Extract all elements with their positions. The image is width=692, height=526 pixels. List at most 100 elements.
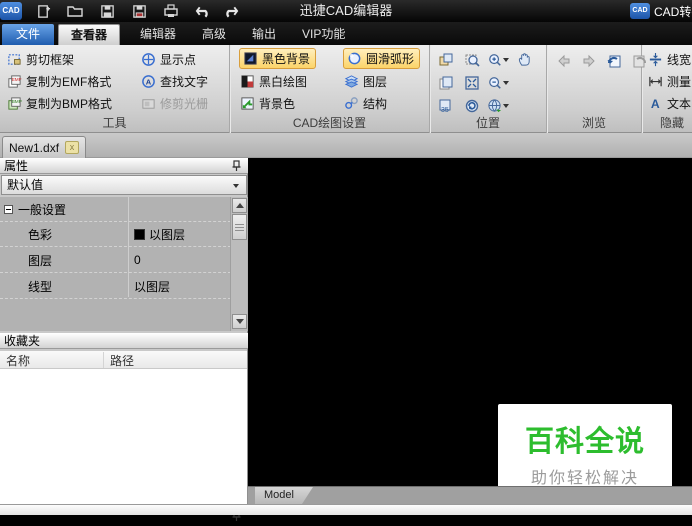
scroll-down-button[interactable] bbox=[232, 314, 247, 329]
named-views-dropdown[interactable] bbox=[503, 104, 509, 108]
column-divider bbox=[103, 352, 104, 368]
background-color-icon bbox=[239, 95, 255, 111]
linewidth-toggle[interactable]: 线宽 bbox=[647, 48, 691, 70]
previous-view-button[interactable] bbox=[603, 50, 625, 71]
zoom-scale-button[interactable]: 35 bbox=[435, 95, 457, 116]
ribbon-group-tools: 剪切框架 EMF 复制为EMF格式 BMP 复制为BMP格式 显示点 A 查找文… bbox=[0, 45, 230, 133]
layout-tab-strip: Model bbox=[248, 486, 692, 504]
zoom-in-dropdown[interactable] bbox=[503, 58, 509, 62]
zoom-out-dropdown[interactable] bbox=[503, 81, 509, 85]
preset-selector-value: 默认值 bbox=[7, 178, 43, 192]
model-tab[interactable]: Model bbox=[255, 487, 313, 504]
print-button[interactable] bbox=[158, 1, 184, 21]
ribbon-group-cad-draw-settings: 黑色背景 黑白绘图 背景色 圆滑弧形 图层 结构 bbox=[230, 45, 430, 133]
down-arrow-icon bbox=[236, 319, 244, 324]
tab-editor[interactable]: 编辑器 bbox=[128, 24, 188, 45]
property-row[interactable]: 图层 0 bbox=[0, 248, 231, 273]
scrollbar-thumb[interactable] bbox=[232, 214, 247, 240]
drawing-canvas[interactable]: 百科全说 助你轻松解决 bbox=[248, 158, 692, 486]
column-header-path[interactable]: 路径 bbox=[110, 352, 134, 369]
property-group-label: 一般设置 bbox=[18, 201, 66, 218]
zoom-in-button[interactable] bbox=[487, 49, 509, 70]
regen-view-button[interactable] bbox=[461, 95, 483, 116]
paste-view-button[interactable] bbox=[435, 49, 457, 70]
color-swatch bbox=[134, 229, 145, 240]
redo-button[interactable] bbox=[218, 1, 244, 21]
undo-arrow-icon bbox=[195, 3, 211, 19]
background-color-button[interactable]: 背景色 bbox=[239, 92, 316, 114]
open-file-button[interactable] bbox=[62, 1, 88, 21]
column-header-name[interactable]: 名称 bbox=[6, 352, 30, 369]
group-label-cad-draw-settings: CAD绘图设置 bbox=[230, 114, 429, 131]
property-name: 色彩 bbox=[0, 226, 130, 243]
collapse-icon[interactable] bbox=[4, 205, 13, 214]
emf-copy-icon: EMF bbox=[6, 73, 22, 89]
black-background-toggle[interactable]: 黑色背景 bbox=[239, 48, 316, 69]
property-row[interactable]: 线型 以图层 bbox=[0, 274, 231, 299]
pin-icon[interactable] bbox=[231, 160, 242, 172]
cut-frame-button[interactable]: 剪切框架 bbox=[6, 48, 112, 70]
trim-raster-button: 修剪光栅 bbox=[140, 92, 208, 114]
svg-text:35: 35 bbox=[441, 107, 449, 114]
line-width-icon bbox=[647, 51, 663, 67]
save-as-pdf-button[interactable] bbox=[126, 1, 152, 21]
property-row[interactable]: 色彩 以图层 bbox=[0, 222, 231, 247]
copy-emf-button[interactable]: EMF 复制为EMF格式 bbox=[6, 70, 112, 92]
layers-button[interactable]: 图层 bbox=[343, 70, 420, 92]
tab-vip[interactable]: VIP功能 bbox=[290, 24, 357, 45]
zoom-out-button[interactable] bbox=[487, 72, 509, 93]
property-name: 图层 bbox=[0, 252, 130, 269]
copy-bmp-button[interactable]: BMP 复制为BMP格式 bbox=[6, 92, 112, 114]
show-points-button[interactable]: 显示点 bbox=[140, 48, 208, 70]
document-tab-label: New1.dxf bbox=[9, 141, 59, 155]
watermark-subtitle: 助你轻松解决 bbox=[498, 464, 672, 488]
title-bar: 迅捷CAD编辑器 CAD CAD CAD转换 bbox=[0, 0, 692, 22]
property-name: 线型 bbox=[0, 278, 130, 295]
watermark: 百科全说 助你轻松解决 bbox=[498, 404, 672, 488]
properties-panel-header: 属性 bbox=[0, 158, 248, 174]
target-point-icon bbox=[140, 51, 156, 67]
document-tab[interactable]: New1.dxf x bbox=[2, 136, 86, 158]
group-label-browse: 浏览 bbox=[547, 114, 641, 131]
favorites-column-headers: 名称 路径 bbox=[0, 351, 247, 369]
ribbon-group-position: 35 位置 bbox=[430, 45, 547, 133]
ribbon-group-browse: 浏览 bbox=[547, 45, 642, 133]
zoom-window-button[interactable] bbox=[461, 49, 483, 70]
named-views-button[interactable] bbox=[487, 95, 509, 116]
cad-converter-icon: CAD bbox=[630, 3, 650, 19]
printer-icon bbox=[163, 3, 179, 19]
pan-button[interactable] bbox=[513, 49, 535, 70]
tab-advanced[interactable]: 高级 bbox=[190, 24, 238, 45]
scrollbar[interactable] bbox=[230, 197, 247, 331]
undo-button[interactable] bbox=[190, 1, 216, 21]
left-panel: 属性 默认值 一般设置 色彩 以图层 图层 0 线型 以图层 bbox=[0, 158, 248, 504]
status-bar bbox=[0, 504, 692, 515]
svg-text:EMF: EMF bbox=[11, 77, 21, 82]
black-background-icon bbox=[242, 51, 258, 67]
layers-icon bbox=[343, 73, 359, 89]
ribbon: 剪切框架 EMF 复制为EMF格式 BMP 复制为BMP格式 显示点 A 查找文… bbox=[0, 45, 692, 133]
tab-viewer[interactable]: 查看器 bbox=[58, 24, 120, 45]
zoom-extents-button[interactable] bbox=[461, 72, 483, 93]
text-toggle[interactable]: A 文本 bbox=[647, 92, 691, 114]
cad-converter-label: CAD转换 bbox=[654, 3, 692, 20]
back-button bbox=[553, 50, 575, 71]
favorites-panel-title: 收藏夹 bbox=[4, 334, 40, 348]
favorites-list[interactable] bbox=[0, 369, 247, 504]
preset-selector[interactable]: 默认值 bbox=[1, 175, 247, 195]
cad-converter-button[interactable]: CAD CAD转换 bbox=[630, 2, 692, 20]
tab-output[interactable]: 输出 bbox=[240, 24, 288, 45]
find-text-button[interactable]: A 查找文字 bbox=[140, 70, 208, 92]
scroll-up-button[interactable] bbox=[232, 198, 247, 213]
group-label-tools: 工具 bbox=[0, 114, 229, 131]
measure-toggle[interactable]: 测量 bbox=[647, 70, 691, 92]
structure-button[interactable]: 结构 bbox=[343, 92, 420, 114]
bw-drawing-button[interactable]: 黑白绘图 bbox=[239, 70, 316, 92]
property-group-row[interactable]: 一般设置 bbox=[0, 197, 231, 222]
save-button[interactable] bbox=[94, 1, 120, 21]
tab-file[interactable]: 文件 bbox=[2, 24, 54, 45]
smooth-arc-toggle[interactable]: 圆滑弧形 bbox=[343, 48, 420, 69]
copy-view-button[interactable] bbox=[435, 72, 457, 93]
close-tab-button[interactable]: x bbox=[65, 141, 79, 154]
new-file-button[interactable] bbox=[30, 1, 56, 21]
